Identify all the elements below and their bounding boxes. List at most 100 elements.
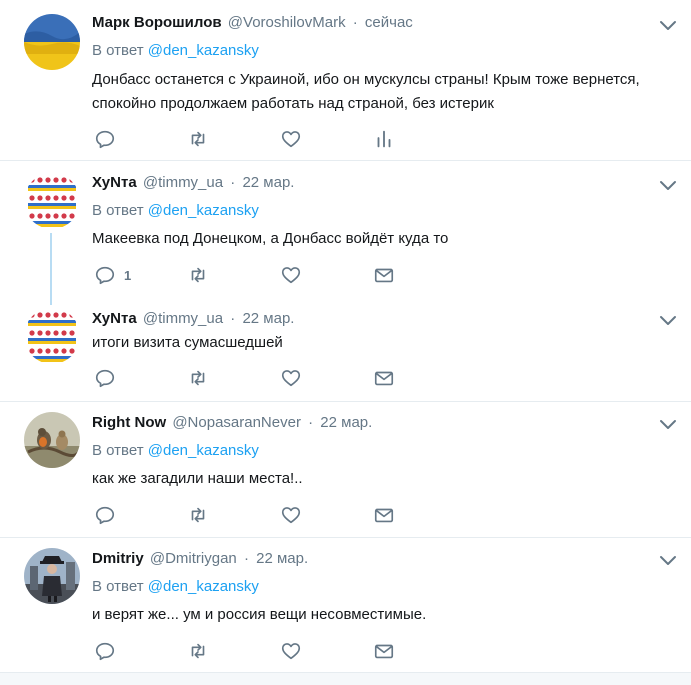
- hearts-pattern-avatar: [24, 308, 80, 364]
- reply-context: В ответ @den_kazansky: [92, 441, 259, 461]
- reply-icon: [95, 506, 115, 525]
- reply-mention[interactable]: @den_kazansky: [148, 202, 259, 219]
- reply-icon: [95, 266, 115, 285]
- timestamp[interactable]: сейчас: [365, 14, 413, 31]
- reply-mention[interactable]: @den_kazansky: [148, 442, 259, 459]
- reply-button[interactable]: [94, 366, 116, 390]
- reply-mention[interactable]: @den_kazansky: [148, 42, 259, 59]
- chevron-down-icon[interactable]: [658, 175, 678, 195]
- tweet-header: ХуNта @timmy_ua · 22 мар.: [92, 309, 294, 329]
- like-icon: [281, 507, 301, 524]
- reply-button[interactable]: 1: [94, 263, 131, 287]
- retweet-button[interactable]: [187, 127, 209, 151]
- tweet[interactable]: Dmitriy @Dmitriygan · 22 мар. В ответ @d…: [0, 538, 691, 672]
- direct-message-button[interactable]: [373, 503, 395, 527]
- author-handle[interactable]: @VoroshilovMark: [228, 14, 346, 31]
- retweet-icon: [191, 131, 205, 147]
- reply-prefix: В ответ: [92, 442, 144, 459]
- tweet-header: Dmitriy @Dmitriygan · 22 мар.: [92, 549, 308, 569]
- timestamp[interactable]: 22 мар.: [242, 310, 294, 327]
- tweet-text: Донбасс останется с Украиной, ибо он мус…: [92, 71, 640, 112]
- separator-dot: ·: [230, 310, 236, 327]
- timestamp[interactable]: 22 мар.: [320, 414, 372, 431]
- avatar[interactable]: [24, 412, 80, 468]
- reply-context: В ответ @den_kazansky: [92, 201, 259, 221]
- reply-prefix: В ответ: [92, 42, 144, 59]
- avatar[interactable]: [24, 14, 80, 70]
- author-name[interactable]: Марк Ворошилов: [92, 14, 222, 31]
- tweet-header: Right Now @NopasaranNever · 22 мар.: [92, 413, 372, 433]
- tweet[interactable]: Right Now @NopasaranNever · 22 мар. В от…: [0, 402, 691, 537]
- retweet-button[interactable]: [187, 503, 209, 527]
- author-name[interactable]: Dmitriy: [92, 550, 144, 567]
- like-icon: [281, 643, 301, 660]
- like-button[interactable]: [280, 263, 302, 287]
- chevron-down-icon[interactable]: [658, 414, 678, 434]
- timestamp[interactable]: 22 мар.: [242, 174, 294, 191]
- separator-dot: ·: [352, 14, 358, 31]
- author-name[interactable]: ХуNта: [92, 310, 137, 327]
- reply-context: В ответ @den_kazansky: [92, 577, 259, 597]
- direct-message-button[interactable]: [373, 639, 395, 663]
- direct-message-button[interactable]: [373, 263, 395, 287]
- like-button[interactable]: [280, 127, 302, 151]
- tweet[interactable]: ХуNта @timmy_ua · 22 мар. итоги визита с…: [0, 298, 691, 401]
- separator-dot: ·: [230, 174, 236, 191]
- tweet[interactable]: Марк Ворошилов @VoroshilovMark · сейчас …: [0, 0, 691, 160]
- tweet-text: итоги визита сумасшедшей: [92, 334, 283, 351]
- reply-prefix: В ответ: [92, 578, 144, 595]
- reply-mention[interactable]: @den_kazansky: [148, 578, 259, 595]
- like-icon: [281, 370, 301, 387]
- chevron-down-icon[interactable]: [658, 310, 678, 330]
- retweet-button[interactable]: [187, 639, 209, 663]
- hearts-pattern-avatar: [24, 173, 80, 229]
- reply-button[interactable]: [94, 503, 116, 527]
- author-name[interactable]: ХуNта: [92, 174, 137, 191]
- like-button[interactable]: [280, 639, 302, 663]
- reply-count: 1: [124, 267, 132, 283]
- like-icon: [281, 131, 301, 148]
- reply-button[interactable]: [94, 127, 116, 151]
- author-name[interactable]: Right Now: [92, 414, 166, 431]
- direct-message-icon: [374, 268, 394, 283]
- avatar[interactable]: [24, 548, 80, 604]
- author-handle[interactable]: @timmy_ua: [143, 174, 223, 191]
- like-button[interactable]: [280, 366, 302, 390]
- retweet-button[interactable]: [187, 263, 209, 287]
- author-handle[interactable]: @Dmitriygan: [150, 550, 237, 567]
- reply-icon: [95, 130, 115, 149]
- birds-avatar: [24, 412, 80, 468]
- tweet-text: Макеевка под Донецком, а Донбасс войдёт …: [92, 230, 449, 247]
- author-handle[interactable]: @NopasaranNever: [172, 414, 301, 431]
- chevron-down-icon[interactable]: [658, 15, 678, 35]
- direct-message-button[interactable]: [373, 366, 395, 390]
- retweet-icon: [191, 643, 205, 659]
- author-handle[interactable]: @timmy_ua: [143, 310, 223, 327]
- direct-message-icon: [374, 371, 394, 386]
- tweet[interactable]: ХуNта @timmy_ua · 22 мар. В ответ @den_k…: [0, 161, 691, 305]
- like-button[interactable]: [280, 503, 302, 527]
- analytics-icon: [377, 130, 391, 148]
- separator-dot: ·: [243, 550, 249, 567]
- ukraine-flag-avatar: [24, 14, 80, 70]
- tweet-header: Марк Ворошилов @VoroshilovMark · сейчас: [92, 13, 413, 33]
- chevron-down-icon[interactable]: [658, 550, 678, 570]
- retweet-icon: [191, 267, 205, 283]
- like-icon: [281, 267, 301, 284]
- reply-prefix: В ответ: [92, 202, 144, 219]
- avatar[interactable]: [24, 173, 80, 229]
- direct-message-icon: [374, 644, 394, 659]
- character-avatar: [24, 548, 80, 604]
- direct-message-icon: [374, 508, 394, 523]
- thread-connector: [50, 233, 52, 305]
- retweet-button[interactable]: [187, 366, 209, 390]
- timeline-footer: [0, 672, 691, 685]
- timestamp[interactable]: 22 мар.: [256, 550, 308, 567]
- avatar[interactable]: [24, 308, 80, 364]
- retweet-icon: [191, 507, 205, 523]
- reply-button[interactable]: [94, 639, 116, 663]
- analytics-button[interactable]: [373, 127, 395, 151]
- separator-dot: ·: [308, 414, 314, 431]
- tweet-text: как же загадили наши места!..: [92, 470, 303, 487]
- reply-icon: [95, 642, 115, 661]
